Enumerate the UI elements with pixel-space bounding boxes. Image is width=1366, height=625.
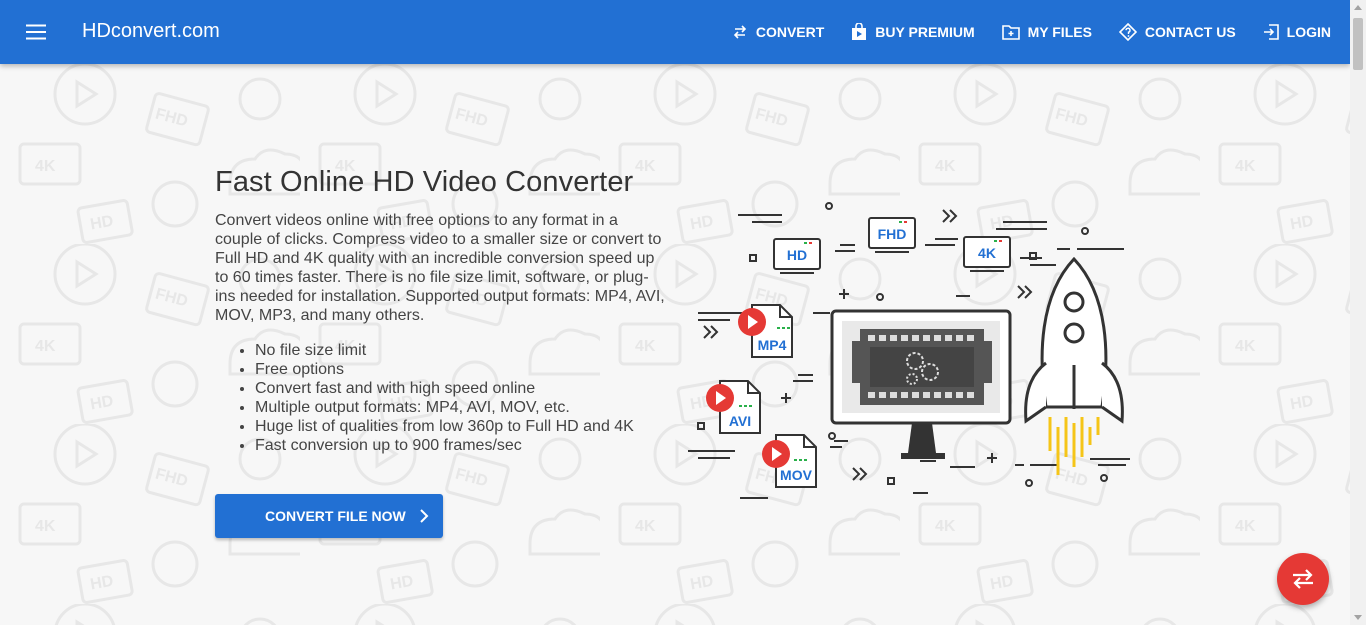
feature-item: Fast conversion up to 900 frames/sec (255, 436, 667, 455)
monitor-icon (830, 309, 1012, 459)
main-nav: CONVERT BUY PREMIUM MY FILES CONTACT US … (705, 0, 1331, 64)
swap-arrows-icon (1293, 569, 1313, 589)
folder-icon (1001, 25, 1020, 40)
rocket-icon (1024, 256, 1124, 475)
nav-login[interactable]: LOGIN (1263, 24, 1331, 40)
file-avi-label: AVI (729, 413, 751, 429)
nav-my-files-label: MY FILES (1027, 24, 1092, 40)
swap-arrows-icon (733, 25, 746, 39)
top-app-bar: HDconvert.com CONVERT BUY PREMIUM MY FIL… (0, 0, 1350, 64)
scrollbar-thumb[interactable] (1353, 18, 1363, 70)
diamond-question-icon (1118, 23, 1137, 41)
chevron-right-icon (420, 509, 429, 523)
menu-button[interactable] (24, 20, 48, 44)
converter-illustration: HD FHD 4K MP4 AVI MOV (688, 202, 1130, 499)
file-avi-icon: AVI (706, 380, 761, 434)
file-mp4-icon: MP4 (738, 304, 793, 358)
scroll-down-arrow-icon[interactable] (1354, 615, 1362, 620)
feature-item: Multiple output formats: MP4, AVI, MOV, … (255, 398, 667, 417)
nav-convert[interactable]: CONVERT (732, 24, 824, 40)
convert-file-now-label: CONVERT FILE NOW (265, 508, 406, 524)
page-title: Fast Online HD Video Converter (215, 166, 634, 198)
nav-my-files[interactable]: MY FILES (1001, 24, 1092, 40)
page-scrollbar[interactable] (1350, 0, 1366, 625)
convert-file-now-button[interactable]: CONVERT FILE NOW (215, 494, 443, 538)
feature-item: Convert fast and with high speed online (255, 379, 667, 398)
screen-hd-icon: HD (773, 238, 821, 274)
screen-fhd-label: FHD (878, 226, 907, 242)
shopping-bag-icon (852, 23, 867, 40)
screen-4k-label: 4K (978, 245, 996, 261)
feature-list: No file size limit Free options Convert … (215, 341, 667, 455)
hero-description: Convert videos online with free options … (215, 212, 665, 324)
nav-buy-premium[interactable]: BUY PREMIUM (851, 23, 975, 41)
feature-item: Huge list of qualities from low 360p to … (255, 417, 667, 436)
file-mov-icon: MOV (762, 434, 817, 488)
screen-4k-icon: 4K (963, 236, 1011, 272)
hero-content: Fast Online HD Video Converter Convert v… (215, 166, 667, 455)
nav-convert-label: CONVERT (755, 24, 825, 40)
screen-fhd-icon: FHD (868, 217, 916, 253)
convert-fab-button[interactable] (1277, 553, 1329, 605)
nav-contact-us[interactable]: CONTACT US (1118, 23, 1236, 41)
nav-login-label: LOGIN (1286, 24, 1331, 40)
feature-item: Free options (255, 360, 667, 379)
file-mov-label: MOV (780, 467, 813, 483)
scroll-up-arrow-icon[interactable] (1354, 5, 1362, 10)
file-mp4-label: MP4 (758, 337, 787, 353)
nav-buy-premium-label: BUY PREMIUM (875, 24, 975, 40)
login-icon (1263, 24, 1279, 40)
feature-item: No file size limit (255, 341, 667, 360)
background-pattern: FHD 4K HD (0, 64, 1350, 625)
menu-icon (26, 24, 46, 40)
screen-hd-label: HD (787, 247, 807, 263)
brand-logo-link[interactable]: HDconvert.com (82, 20, 220, 43)
nav-contact-us-label: CONTACT US (1144, 24, 1236, 40)
